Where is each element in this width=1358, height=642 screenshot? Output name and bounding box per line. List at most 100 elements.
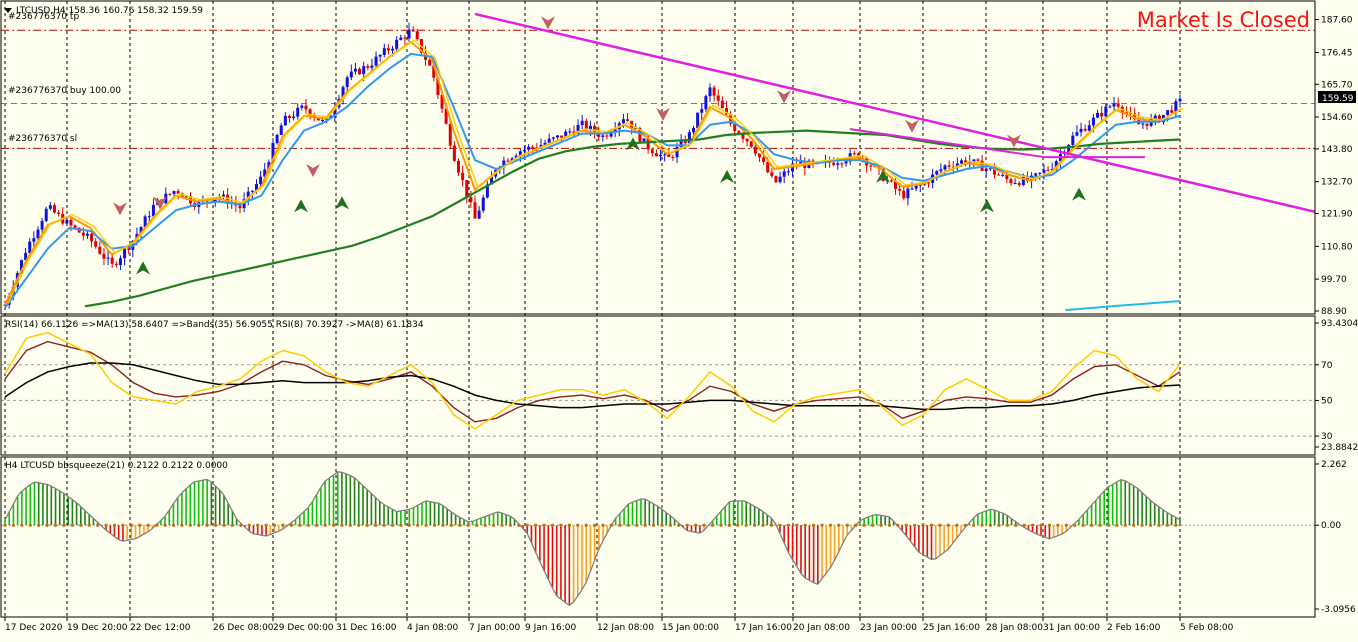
y-tick-label: 30 <box>1321 432 1333 442</box>
candle-body <box>452 145 456 161</box>
squeeze-dot <box>887 523 892 527</box>
squeeze-dot <box>845 523 849 527</box>
candle-body <box>127 248 131 250</box>
sell-arrow-icon <box>777 90 791 104</box>
squeeze-dot <box>348 523 352 527</box>
squeeze-dot <box>1081 523 1085 527</box>
squeeze-dot <box>854 523 858 527</box>
x-tick-label: 29 Dec 00:00 <box>273 623 334 633</box>
squeeze-dot <box>1165 523 1169 527</box>
x-tick-label: 28 Jan 08:00 <box>986 623 1043 633</box>
candle-body <box>403 37 407 39</box>
squeeze-bars <box>1 471 1315 607</box>
squeeze-dot <box>685 523 689 527</box>
y-tick-label: 154.60 <box>1321 113 1353 123</box>
candle-body <box>551 137 555 139</box>
squeeze-dot <box>567 523 571 527</box>
candle-body <box>168 193 172 195</box>
rsi-pane-frame <box>0 315 1316 456</box>
candle-body <box>399 37 403 40</box>
candle-body <box>692 127 696 133</box>
svg-text:159.59: 159.59 <box>1322 94 1354 104</box>
candle-body <box>415 31 419 40</box>
candle-body <box>366 66 370 68</box>
squeeze-dot <box>769 523 774 527</box>
squeeze-dot <box>222 523 226 527</box>
squeeze-dot <box>710 523 715 527</box>
rsi-line <box>4 340 1181 423</box>
squeeze-dot <box>407 523 411 527</box>
y-tick-label: 143.80 <box>1321 145 1353 155</box>
candle-body <box>1108 106 1112 108</box>
squeeze-dot <box>138 523 142 527</box>
candle-body <box>947 165 951 167</box>
squeeze-dot <box>1157 523 1161 527</box>
y-tick-label: 23.8842 <box>1321 443 1358 453</box>
candle-body <box>1096 112 1100 118</box>
candle-body <box>753 146 757 154</box>
squeeze-dot <box>812 523 816 527</box>
x-tick-label: 20 Jan 08:00 <box>793 623 850 633</box>
main-price-pane[interactable] <box>1 12 1315 312</box>
squeeze-dot <box>491 523 496 527</box>
rsi-pane[interactable] <box>1 331 1315 437</box>
squeeze-dot <box>820 523 824 527</box>
squeeze-y-axis: 2.262 0.00 -3.0956 <box>1315 460 1356 615</box>
y-tick-label: -3.0956 <box>1321 605 1356 615</box>
candle-body <box>836 163 840 165</box>
candle-body <box>997 174 1001 176</box>
squeeze-pane[interactable] <box>1 471 1315 607</box>
candle-body <box>663 154 667 156</box>
candle-body <box>1001 174 1005 176</box>
squeeze-dot <box>517 523 521 527</box>
candle-body <box>984 168 988 171</box>
squeeze-dot <box>1132 523 1136 527</box>
sell-arrow-icon <box>113 202 127 216</box>
squeeze-dot <box>601 523 605 527</box>
rsi-y-axis: 93.4304 70 50 3023.8842 <box>1315 319 1358 453</box>
y-tick-label: 2.262 <box>1321 460 1347 470</box>
squeeze-dot <box>53 523 58 527</box>
candle-body <box>238 205 242 209</box>
candle-body <box>782 171 786 177</box>
candle-body <box>778 176 782 183</box>
squeeze-dot <box>668 523 673 527</box>
squeeze-dot <box>390 523 395 527</box>
squeeze-dot <box>1064 523 1068 527</box>
squeeze-dot <box>129 523 133 527</box>
candle-body <box>506 160 510 162</box>
candle-body <box>1166 110 1170 115</box>
squeeze-dot <box>938 523 942 527</box>
candle-body <box>57 212 61 214</box>
candle-body <box>481 197 485 211</box>
candle-body <box>106 257 110 259</box>
squeeze-outline <box>4 471 1181 607</box>
x-tick-label: 26 Dec 08:00 <box>213 623 274 633</box>
y-tick-label: 121.90 <box>1321 210 1353 220</box>
squeeze-dot <box>955 523 959 527</box>
trading-chart-window[interactable]: LTCUSD,H4 158.36 160.76 158.32 159.59 Ma… <box>0 0 1358 638</box>
squeeze-dot <box>1106 523 1111 527</box>
squeeze-dot <box>104 523 108 527</box>
candle-body <box>65 219 69 224</box>
squeeze-dot <box>626 523 630 527</box>
candle-body <box>840 163 844 165</box>
y-tick-label: 132.70 <box>1321 178 1353 188</box>
squeeze-dot <box>879 523 883 527</box>
buy-arrow-icon <box>1072 187 1086 201</box>
candle-body <box>700 109 704 113</box>
buy-arrow-icon <box>720 169 734 183</box>
sl-label: #236776370 sl <box>8 134 77 144</box>
squeeze-dot <box>466 523 470 527</box>
squeeze-header: H4 LTCUSD bbsqueeze(21) 0.2122 0.2122 0.… <box>5 461 228 471</box>
candle-body <box>1112 103 1116 107</box>
candle-body <box>654 153 658 157</box>
candle-body <box>626 119 630 121</box>
candle-body <box>85 233 89 236</box>
candle-body <box>910 188 914 190</box>
squeeze-dot <box>45 523 49 527</box>
candle-body <box>382 48 386 55</box>
candle-body <box>320 120 324 122</box>
squeeze-dot <box>837 523 841 527</box>
chart-canvas[interactable]: LTCUSD,H4 158.36 160.76 158.32 159.59 Ma… <box>0 0 1358 638</box>
